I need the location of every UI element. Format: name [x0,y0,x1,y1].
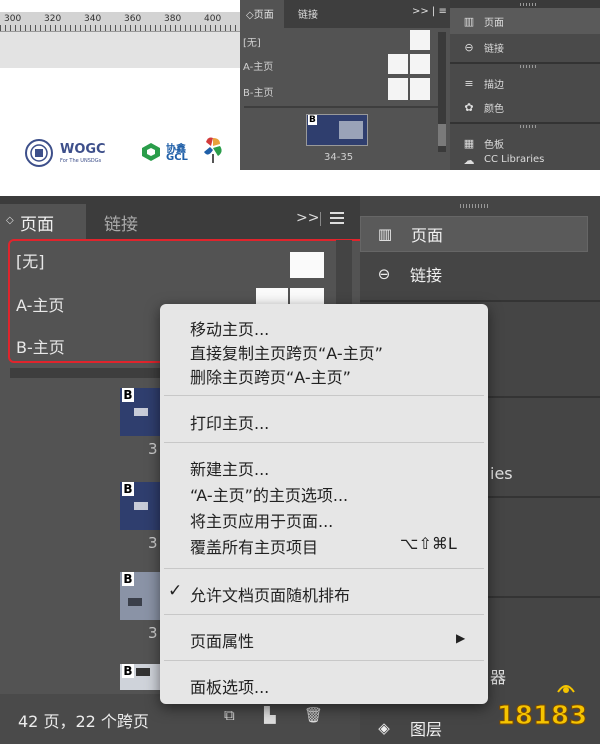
side-item-stroke[interactable]: ≡ 描边 [450,70,600,96]
gcl-text: GCL [166,152,188,163]
master-none[interactable]: [无] [243,34,261,49]
menu-item-duplicate-master[interactable]: 直接复制主页跨页“A-主页” [190,340,383,364]
side-item-links[interactable]: ⊖ 链接 [450,34,600,60]
swatches-icon: ▦ [463,136,475,150]
spread-thumbnail[interactable]: B [306,114,368,146]
cc-libraries-icon: ☁ [463,154,475,167]
side-item-links[interactable]: ⊖ 链接 [360,256,588,292]
menu-item-override-all[interactable]: 覆盖所有主页项目 [190,534,318,558]
submenu-arrow-icon: ▶ [456,631,466,645]
page-size-icon[interactable]: ⧉ [224,706,235,724]
wogc-text: WOGC [60,142,106,157]
ruler-number: 340 [84,14,102,24]
pinwheel-logo [200,134,226,168]
panel-grip[interactable] [460,204,488,208]
master-thumb-a-left[interactable] [388,54,408,74]
watermark-logo: 18183 [492,676,592,736]
side-panel-small: ▥ 页面 ⊖ 链接 ≡ 描边 ✿ 颜色 ▦ 色板 ☁ CC Libraries [450,0,600,170]
layers-icon: ◈ [378,719,390,737]
master-thumb-a-right[interactable] [410,54,430,74]
side-item-cc-libraries-fragment[interactable]: ies [490,464,513,483]
panel-tab-bar: ◇页面 链接 >> | ≡ [240,0,450,28]
menu-item-print-master[interactable]: 打印主页... [190,410,269,434]
horizontal-ruler: 300 320 340 360 380 400 [0,12,240,32]
master-thumb-b-left[interactable] [388,78,408,100]
ruler-number: 360 [124,14,142,24]
watermark-text: 18183 [497,701,587,731]
menu-item-page-attributes[interactable]: 页面属性 [190,628,254,652]
page-count-status: 42 页，22 个跨页 [18,712,149,731]
stroke-icon: ≡ [464,76,474,90]
top-screenshot: 300 320 340 360 380 400 WOGC For The UNS… [0,0,600,170]
gcl-logo [140,141,162,167]
tab-links[interactable]: 链接 [298,6,318,21]
side-item-swatches[interactable]: ▦ 色板 [450,130,600,156]
side-item-cc-libraries[interactable]: ☁ CC Libraries [450,154,600,170]
spread-label: 34-35 [324,152,354,163]
side-item-pages[interactable]: ▥ 页面 [450,8,600,34]
links-icon: ⊖ [464,40,474,54]
panel-menu-icon[interactable] [330,212,344,224]
links-icon: ⊖ [377,265,391,283]
ruler-number: 320 [44,14,62,24]
master-b[interactable]: B-主页 [243,84,273,99]
menu-item-new-master[interactable]: 新建主页... [190,456,269,480]
tab-links[interactable]: 链接 [104,210,138,235]
expand-icon[interactable]: >> [296,210,319,226]
menu-item-apply-master[interactable]: 将主页应用于页面... [190,508,333,532]
menu-item-master-options[interactable]: “A-主页”的主页选项... [190,482,348,506]
wogc-logo [24,138,54,172]
spread-label: 3 [148,534,158,552]
wogc-subtext: For The UNSDGs [60,158,102,164]
master-a[interactable]: A-主页 [243,58,273,73]
new-page-icon[interactable]: ▙ [264,706,276,724]
pages-icon: ▥ [463,14,475,28]
pages-panel-small: ◇页面 链接 >> | ≡ [无] A-主页 B-主页 B 34-35 [240,0,450,170]
ruler-number: 380 [164,14,182,24]
color-icon: ✿ [464,100,474,114]
panel-tab-bar: ◇ 页面 链接 >> [0,196,360,240]
master-thumb-b-right[interactable] [410,78,430,100]
menu-item-move-master[interactable]: 移动主页... [190,316,269,340]
side-item-color[interactable]: ✿ 颜色 [450,94,600,120]
collapse-arrow-icon[interactable]: ◇ [6,215,14,226]
pages-icon: ▥ [377,225,393,243]
menu-item-panel-options[interactable]: 面板选项... [190,674,269,698]
panel-controls[interactable]: >> | ≡ [412,6,447,17]
menu-item-delete-master[interactable]: 删除主页跨页“A-主页” [190,364,351,388]
shortcut-override-all: ⌥⇧⌘L [400,534,457,553]
panel-scrollbar[interactable] [438,32,446,152]
ruler-number: 400 [204,14,222,24]
spread-label: 3 [148,440,158,458]
spread-label: 3 [148,624,158,642]
checkmark-icon: ✓ [168,581,183,601]
ruler-number: 300 [4,14,22,24]
document-band [0,32,240,68]
master-thumb-none[interactable] [410,30,430,50]
menu-item-allow-shuffle[interactable]: 允许文档页面随机排布 [190,582,350,606]
trash-icon[interactable]: 🗑 [304,706,323,724]
side-item-pages[interactable]: ▥ 页面 [360,216,588,252]
context-menu: 移动主页... 直接复制主页跨页“A-主页” 删除主页跨页“A-主页” 打印主页… [160,304,488,704]
tab-pages[interactable]: ◇ 页面 [0,204,86,240]
tab-pages[interactable]: ◇页面 [240,0,284,28]
